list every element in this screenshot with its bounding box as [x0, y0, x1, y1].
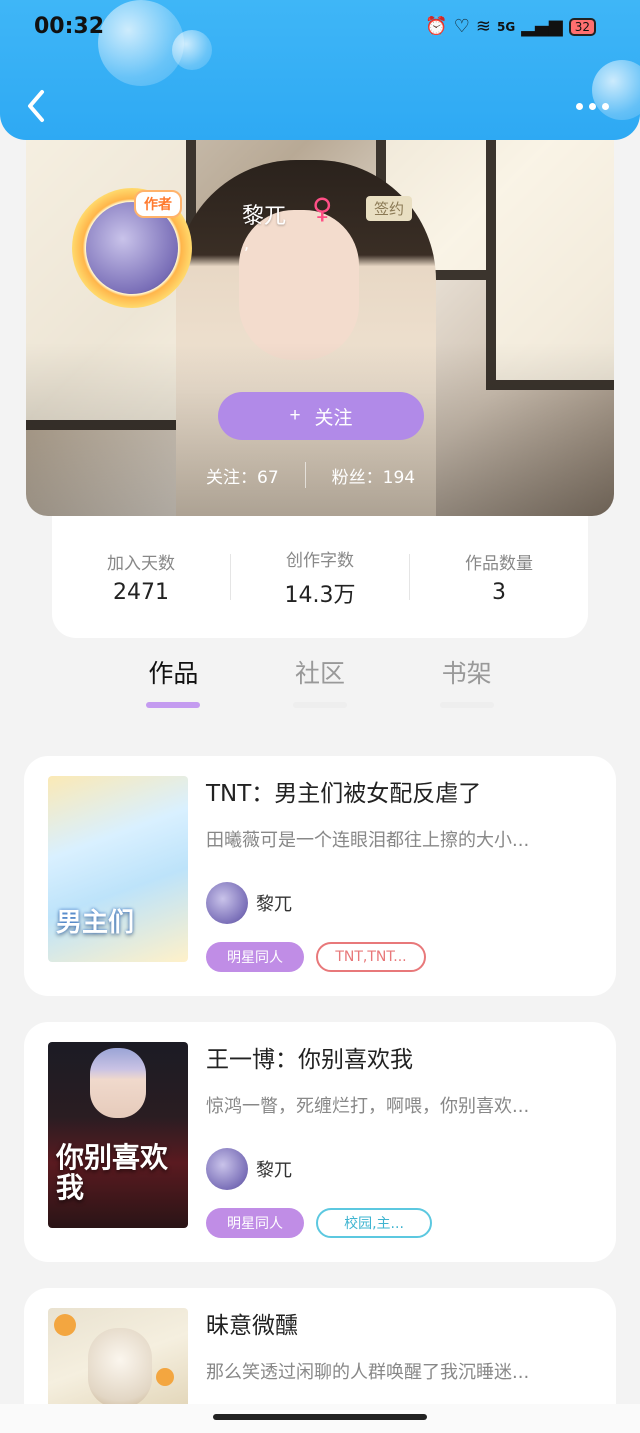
cover-portrait — [88, 1328, 152, 1408]
plus-icon: + — [289, 405, 301, 426]
battery-icon: 32 — [568, 17, 596, 36]
tab-indicator — [293, 702, 347, 708]
stat-join-days: 加入天数 2471 — [52, 549, 230, 605]
author-badge: 作者 — [134, 190, 182, 218]
stat-works-count: 作品数量 3 — [410, 549, 588, 605]
follow-stats: 关注：67 粉丝：194 — [206, 462, 415, 488]
profile-tabs: 作品 社区 书架 — [100, 654, 540, 708]
alarm-icon: ⏰ — [425, 16, 448, 37]
stat-label: 作品数量 — [465, 554, 533, 574]
divider — [304, 462, 306, 488]
book-title[interactable]: 昧意微醺 — [206, 1306, 298, 1340]
book-description: 田曦薇可是一个连眼泪都往上擦的大小... — [206, 830, 530, 851]
cover-title: 你别喜欢我 — [56, 1141, 169, 1204]
book-title[interactable]: TNT：男主们被女配反虐了 — [206, 774, 481, 808]
book-cover[interactable]: 男主们 — [48, 776, 188, 962]
cover-decoration — [156, 1368, 174, 1386]
more-button[interactable] — [576, 96, 612, 116]
back-button[interactable] — [22, 86, 52, 126]
decor-bubble — [98, 0, 184, 86]
female-icon: ♀ — [312, 192, 333, 225]
cover-decoration — [54, 1314, 76, 1336]
topic-tag[interactable]: TNT,TNT... — [316, 942, 426, 972]
dot — [589, 102, 596, 110]
book-author[interactable]: 黎兀 — [256, 1156, 292, 1182]
network-label: 5G — [496, 19, 516, 34]
tab-community[interactable]: 社区 — [247, 654, 394, 708]
heart-icon: ♡ — [453, 16, 470, 37]
tab-indicator — [146, 702, 201, 708]
stat-label: 加入天数 — [107, 554, 175, 574]
chevron-left-icon — [28, 90, 44, 122]
wifi-icon: ≋ — [475, 16, 491, 37]
user-name: 黎兀 — [242, 204, 287, 229]
tab-label: 社区 — [295, 659, 346, 688]
book-cover[interactable]: 你别喜欢我 — [48, 1042, 188, 1228]
home-indicator[interactable] — [213, 1414, 427, 1420]
fans-count[interactable]: 粉丝：194 — [332, 463, 415, 488]
tab-bookshelf[interactable]: 书架 — [393, 654, 540, 708]
cover-title: 男主们 — [56, 908, 135, 938]
tab-label: 作品 — [148, 659, 199, 688]
author-avatar[interactable] — [206, 882, 248, 924]
stat-value: 2471 — [113, 580, 169, 605]
status-time: 00:32 — [34, 14, 105, 39]
follow-label: 关注 — [314, 407, 353, 429]
dot — [576, 102, 583, 110]
stat-value: 14.3万 — [284, 582, 356, 608]
book-card[interactable]: 男主们 TNT：男主们被女配反虐了 田曦薇可是一个连眼泪都往上擦的大小... 黎… — [24, 756, 616, 996]
hero-shade — [26, 130, 614, 516]
genre-tag[interactable]: 明星同人 — [206, 1208, 304, 1238]
book-description: 那么笑透过闲聊的人群唤醒了我沉睡迷... — [206, 1362, 530, 1383]
book-description: 惊鸿一瞥，死缠烂打，啊喂，你别喜欢... — [206, 1096, 530, 1117]
follow-button[interactable]: + 关注 — [218, 392, 424, 440]
following-count[interactable]: 关注：67 — [206, 463, 279, 488]
topic-tag[interactable]: 校园,主... — [316, 1208, 432, 1238]
tab-indicator — [439, 702, 494, 708]
signed-badge: 签约 — [366, 196, 413, 221]
dot — [602, 102, 609, 110]
status-icons: ⏰ ♡ ≋ 5G ▂▄▆ 32 — [425, 16, 596, 37]
book-title[interactable]: 王一博：你别喜欢我 — [206, 1040, 413, 1074]
stats-card: 加入天数 2471 创作字数 14.3万 作品数量 3 — [52, 516, 588, 638]
stat-label: 创作字数 — [286, 550, 354, 571]
tab-label: 书架 — [441, 659, 492, 688]
book-author[interactable]: 黎兀 — [256, 890, 292, 916]
tab-works[interactable]: 作品 — [100, 654, 247, 708]
author-avatar[interactable] — [206, 1148, 248, 1190]
cover-portrait — [90, 1048, 146, 1118]
top-bar: 00:32 ⏰ ♡ ≋ 5G ▂▄▆ 32 — [0, 0, 640, 140]
profile-hero: 作者 黎兀 ♀ 签约 , + 关注 关注：67 粉丝：194 — [26, 130, 614, 516]
decor-bubble — [172, 30, 212, 70]
signature: , — [244, 234, 250, 253]
book-card[interactable]: 你别喜欢我 王一博：你别喜欢我 惊鸿一瞥，死缠烂打，啊喂，你别喜欢... 黎兀 … — [24, 1022, 616, 1262]
genre-tag[interactable]: 明星同人 — [206, 942, 304, 972]
signal-icon: ▂▄▆ — [521, 16, 563, 37]
stat-word-count: 创作字数 14.3万 — [231, 546, 409, 609]
stat-value: 3 — [492, 580, 506, 605]
